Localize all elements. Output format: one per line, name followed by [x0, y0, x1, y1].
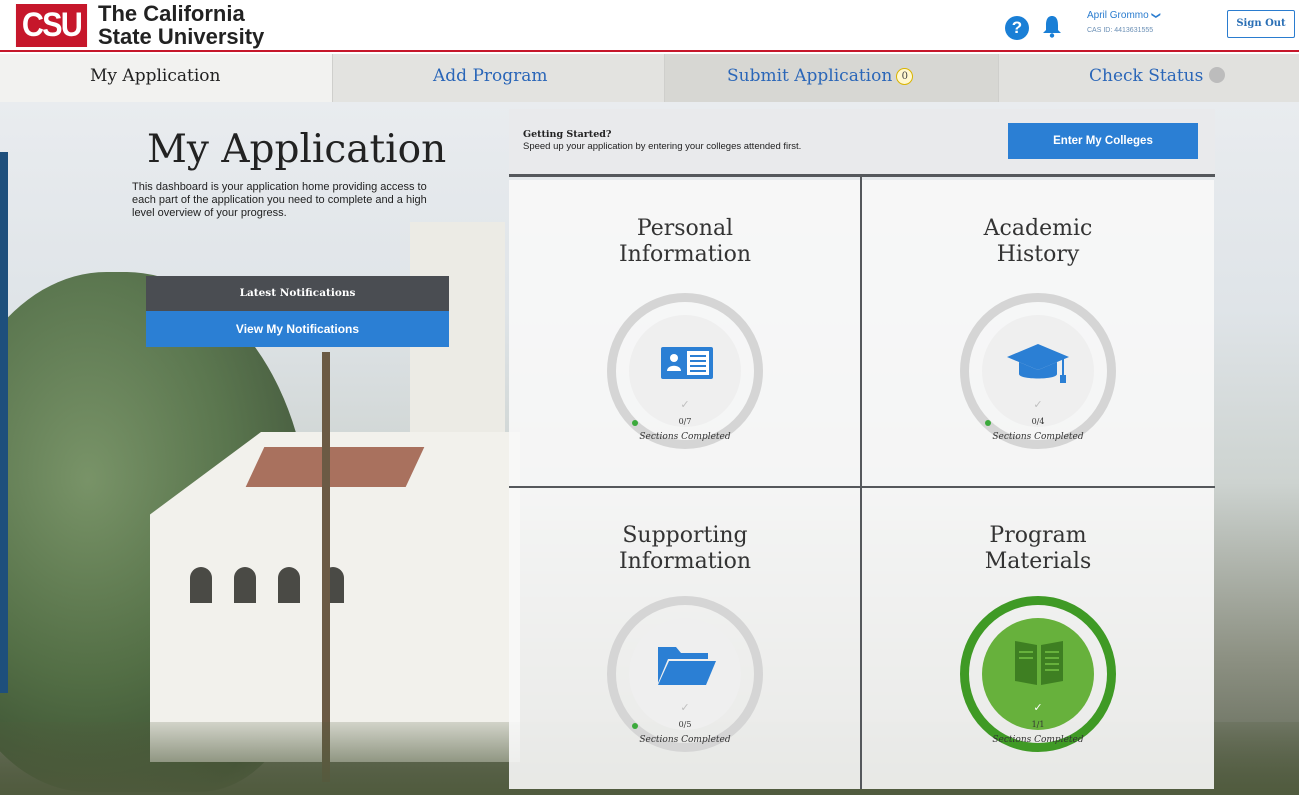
sections-count: 0/7 [678, 417, 692, 426]
tab-submit-application[interactable]: Submit Application 0 [665, 54, 999, 102]
site-header: CSU The California State University ? Ap… [0, 0, 1299, 52]
bell-icon[interactable] [1041, 14, 1063, 38]
check-icon: ✓ [1033, 399, 1043, 411]
card-title-line1: Personal [636, 216, 734, 241]
tab-add-program[interactable]: Add Program [333, 54, 665, 102]
sections-completed-label: Sections Completed [639, 432, 731, 442]
card-title: Program Materials [862, 523, 1214, 575]
card-title-line1: Program [989, 523, 1087, 548]
getting-started-bar: Getting Started? Speed up your applicati… [509, 109, 1215, 177]
tab-label-text: Submit Application [727, 66, 893, 86]
user-menu[interactable]: April Grommo ❯ [1087, 10, 1161, 21]
csu-logo[interactable]: CSU [15, 4, 88, 47]
application-tabs: My Application Add Program Submit Applic… [0, 54, 1299, 102]
tab-label: My Application [90, 66, 221, 86]
card-personal-information[interactable]: Personal Information ✓ 0/7 Sections Comp… [509, 180, 861, 486]
book-icon [1015, 641, 1063, 685]
graduation-cap-icon [1007, 344, 1069, 383]
card-title-line2: Information [618, 549, 752, 574]
check-icon: ✓ [680, 702, 690, 714]
tab-label-text: Check Status [1089, 66, 1204, 86]
application-dashboard-panel: Getting Started? Speed up your applicati… [509, 109, 1215, 789]
sections-completed-label: Sections Completed [992, 432, 1084, 442]
roof-shape [245, 447, 425, 487]
submit-count-badge: 0 [896, 68, 914, 85]
tab-my-application[interactable]: My Application [0, 54, 333, 102]
user-name-label: April Grommo [1087, 10, 1149, 21]
arch-window [278, 567, 300, 603]
tab-check-status[interactable]: Check Status [999, 54, 1299, 102]
arch-window [190, 567, 212, 603]
card-title-line2: History [996, 242, 1080, 267]
card-title: Academic History [862, 216, 1214, 268]
card-academic-history[interactable]: Academic History ✓ 0/4 Sections Complete… [862, 180, 1214, 486]
university-name[interactable]: The California State University [98, 2, 264, 48]
sections-count: 1/1 [1031, 720, 1045, 729]
notifications-panel: Latest Notifications View My Notificatio… [146, 276, 449, 347]
chevron-down-icon: ❯ [1150, 11, 1161, 20]
card-supporting-information[interactable]: Supporting Information ✓ 0/5 Sections Co… [509, 488, 861, 789]
page-title: My Application [147, 127, 447, 172]
check-icon: ✓ [680, 399, 690, 411]
card-title-line1: Academic [983, 216, 1093, 241]
card-title: Personal Information [509, 216, 861, 268]
card-title-line1: Supporting [622, 523, 748, 548]
university-name-line2: State University [98, 24, 265, 49]
getting-started-title: Getting Started? [523, 129, 612, 140]
card-grid-divider-horizontal [509, 486, 1215, 488]
question-circle-icon[interactable]: ? [1005, 16, 1029, 40]
tab-label: Add Program [433, 66, 548, 86]
notifications-heading: Latest Notifications [146, 276, 449, 311]
tab-label: Check Status [1089, 54, 1226, 98]
card-title: Supporting Information [509, 523, 861, 575]
palm-trunk-shape [322, 352, 330, 782]
enter-my-colleges-button[interactable]: Enter My Colleges [1008, 123, 1198, 159]
arch-window [234, 567, 256, 603]
sections-completed-label: Sections Completed [992, 735, 1084, 745]
sections-completed-label: Sections Completed [639, 735, 731, 745]
university-name-line1: The California [98, 1, 245, 26]
tab-label: Submit Application 0 [727, 54, 914, 98]
check-icon: ✓ [1033, 702, 1043, 714]
card-program-materials[interactable]: Program Materials ✓ 1/1 Sections Complet… [862, 488, 1214, 789]
id-card-icon [661, 347, 713, 379]
sign-out-button[interactable]: Sign Out [1227, 10, 1295, 38]
left-edge-accent [0, 152, 8, 693]
view-notifications-button[interactable]: View My Notifications [146, 311, 449, 347]
page-description: This dashboard is your application home … [132, 181, 427, 219]
sections-count: 0/4 [1031, 417, 1045, 426]
cas-id-label: CAS ID: 4413631555 [1087, 27, 1154, 34]
sections-count: 0/5 [678, 720, 692, 729]
status-dot-icon [1209, 67, 1226, 83]
card-title-line2: Information [618, 242, 752, 267]
card-grid-divider-vertical [860, 177, 862, 789]
getting-started-description: Speed up your application by entering yo… [523, 141, 802, 152]
card-title-line2: Materials [984, 549, 1092, 574]
folder-icon [658, 647, 716, 685]
